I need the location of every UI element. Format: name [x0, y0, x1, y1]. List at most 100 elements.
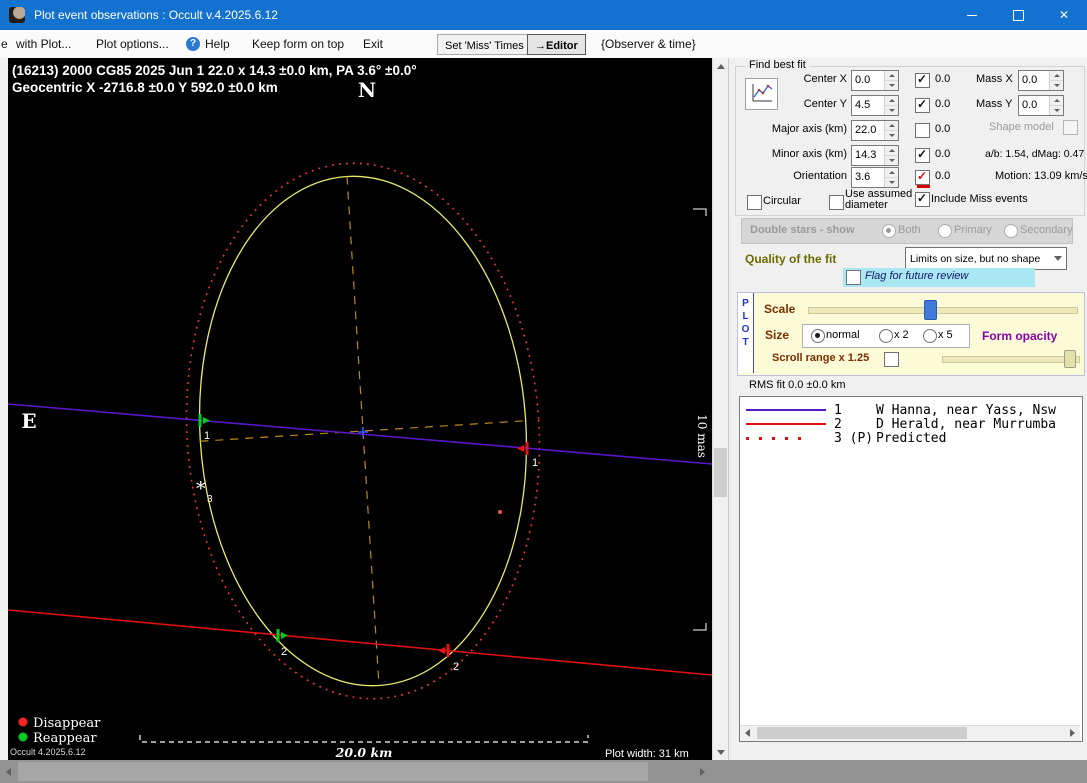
orientation-spinner[interactable] — [884, 168, 898, 187]
listbox-scroll-thumb[interactable] — [757, 727, 967, 739]
chord2-line-sample — [746, 423, 826, 425]
minor-axis-checkbox[interactable] — [915, 148, 930, 163]
form-opacity-label[interactable]: Form opacity — [982, 329, 1057, 343]
list-item[interactable]: 2 D Herald, near Murrumba — [740, 417, 1082, 431]
double-stars-primary-label: Primary — [954, 224, 992, 236]
mass-y-spinner[interactable] — [1049, 96, 1063, 115]
center-x-input[interactable]: 0.0 — [851, 70, 899, 91]
center-y-spinner[interactable] — [884, 96, 898, 115]
chord2-left-label: 2 — [281, 646, 287, 658]
flag-review-box: Flag for future review — [843, 268, 1035, 287]
listbox-scroll-left-button[interactable] — [740, 726, 755, 740]
scroll-up-button[interactable] — [713, 58, 728, 74]
center-y-checkbox[interactable] — [915, 98, 930, 113]
set-miss-times-button[interactable]: Set 'Miss' Times — [437, 34, 532, 55]
orientation-checkbox[interactable] — [915, 170, 930, 185]
center-x-label: Center X — [751, 73, 847, 85]
listbox-scroll-right-button[interactable] — [1065, 726, 1080, 740]
predicted-label: 3 — [207, 494, 213, 505]
scroll-left-button[interactable] — [0, 760, 17, 783]
scale-slider-thumb[interactable] — [924, 300, 937, 320]
horizontal-scroll-thumb[interactable] — [18, 762, 648, 781]
center-x-checkbox[interactable] — [915, 73, 930, 88]
list-item[interactable]: 1 W Hanna, near Yass, Nsw — [740, 403, 1082, 417]
size-normal-radio[interactable] — [811, 329, 825, 343]
double-stars-both-radio[interactable] — [882, 224, 896, 238]
listbox-horizontal-scrollbar[interactable] — [740, 725, 1080, 741]
major-axis-error: 0.0 — [935, 123, 950, 135]
scale-label: Scale — [764, 302, 795, 316]
mass-x-input[interactable]: 0.0 — [1018, 70, 1064, 91]
orientation-input[interactable]: 3.6 — [851, 167, 899, 188]
mass-x-spinner[interactable] — [1049, 71, 1063, 90]
minimize-icon — [967, 15, 977, 16]
titlebar: Plot event observations : Occult v.4.202… — [0, 0, 1087, 30]
right-arrow-icon — [700, 768, 705, 776]
quality-selected-value: Limits on size, but no shape — [906, 253, 1050, 265]
application-window: Plot event observations : Occult v.4.202… — [0, 0, 1087, 783]
chord2-disappear-marker — [438, 644, 448, 657]
chord1-right-label: 1 — [532, 457, 538, 469]
scroll-down-button[interactable] — [713, 744, 728, 760]
vertical-scroll-thumb[interactable] — [714, 448, 727, 497]
down-arrow-icon — [717, 750, 725, 755]
double-stars-secondary-radio[interactable] — [1004, 224, 1018, 238]
maximize-button[interactable] — [995, 0, 1041, 30]
observation-number: 3 (P) — [834, 431, 873, 446]
menu-item-exit[interactable]: Exit — [363, 37, 383, 51]
observation-number: 1 — [834, 403, 842, 418]
help-icon: ? — [186, 37, 200, 51]
major-axis-checkbox[interactable] — [915, 123, 930, 138]
stray-point — [498, 510, 502, 514]
left-arrow-icon — [6, 768, 11, 776]
use-assumed-checkbox[interactable] — [829, 195, 844, 210]
minimize-button[interactable] — [949, 0, 995, 30]
app-icon — [9, 7, 25, 23]
double-stars-primary-radio[interactable] — [938, 224, 952, 238]
center-y-error: 0.0 — [935, 98, 950, 110]
circular-checkbox[interactable] — [747, 195, 762, 210]
plot-area[interactable]: 1 1 2 2 * 3 — [8, 58, 712, 760]
plot-controls-panel: P L O T Scale Size normal x 2 x 5 Form o… — [737, 292, 1085, 376]
scroll-right-button[interactable] — [694, 760, 711, 783]
flag-review-checkbox[interactable] — [846, 270, 861, 285]
scale-slider-track[interactable] — [808, 307, 1078, 314]
occultation-plot: 1 1 2 2 * 3 — [8, 58, 712, 760]
main-vertical-scrollbar[interactable] — [712, 58, 728, 760]
major-axis-input[interactable]: 22.0 — [851, 120, 899, 141]
menu-item-clipped[interactable]: e — [1, 37, 8, 51]
mass-y-input[interactable]: 0.0 — [1018, 95, 1064, 116]
menu-item-plot-options[interactable]: Plot options... — [96, 37, 169, 51]
major-axis-spinner[interactable] — [884, 121, 898, 140]
menu-item-help[interactable]: Help — [205, 37, 230, 51]
size-x5-label: x 5 — [938, 329, 953, 341]
double-stars-secondary-label: Secondary — [1020, 224, 1073, 236]
main-horizontal-scrollbar[interactable] — [0, 760, 1087, 783]
scalebar-label: 20.0 km — [335, 745, 393, 760]
minor-axis-input[interactable]: 14.3 — [851, 145, 899, 166]
include-miss-label: Include Miss events — [931, 193, 1028, 205]
scroll-range-slider-track[interactable] — [942, 356, 1080, 363]
size-x5-radio[interactable] — [923, 329, 937, 343]
shape-model-checkbox[interactable] — [1063, 120, 1078, 135]
shape-model-label: Shape model — [989, 121, 1054, 133]
list-item[interactable]: 3 (P) Predicted — [740, 431, 1082, 445]
scroll-range-slider-thumb[interactable] — [1064, 350, 1076, 368]
menu-item-keep-on-top[interactable]: Keep form on top — [252, 37, 344, 51]
editor-button[interactable]: →Editor — [527, 34, 586, 55]
center-y-label: Center Y — [751, 98, 847, 110]
center-x-spinner[interactable] — [884, 71, 898, 90]
chevron-down-icon — [1050, 256, 1066, 261]
include-miss-checkbox[interactable] — [915, 192, 930, 207]
quality-label: Quality of the fit — [745, 252, 836, 266]
scroll-range-checkbox[interactable] — [884, 352, 899, 367]
minor-axis-spinner[interactable] — [884, 146, 898, 165]
menu-item-with-plot[interactable]: with Plot... — [16, 37, 71, 51]
close-button[interactable]: ✕ — [1041, 0, 1087, 30]
size-x2-radio[interactable] — [879, 329, 893, 343]
center-y-input[interactable]: 4.5 — [851, 95, 899, 116]
observations-listbox[interactable]: 1 W Hanna, near Yass, Nsw 2 D Herald, ne… — [739, 396, 1083, 742]
mas-scale-label: 10 mas — [695, 414, 709, 458]
quality-dropdown[interactable]: Limits on size, but no shape — [905, 247, 1067, 270]
clipped-left-strip — [0, 58, 8, 760]
